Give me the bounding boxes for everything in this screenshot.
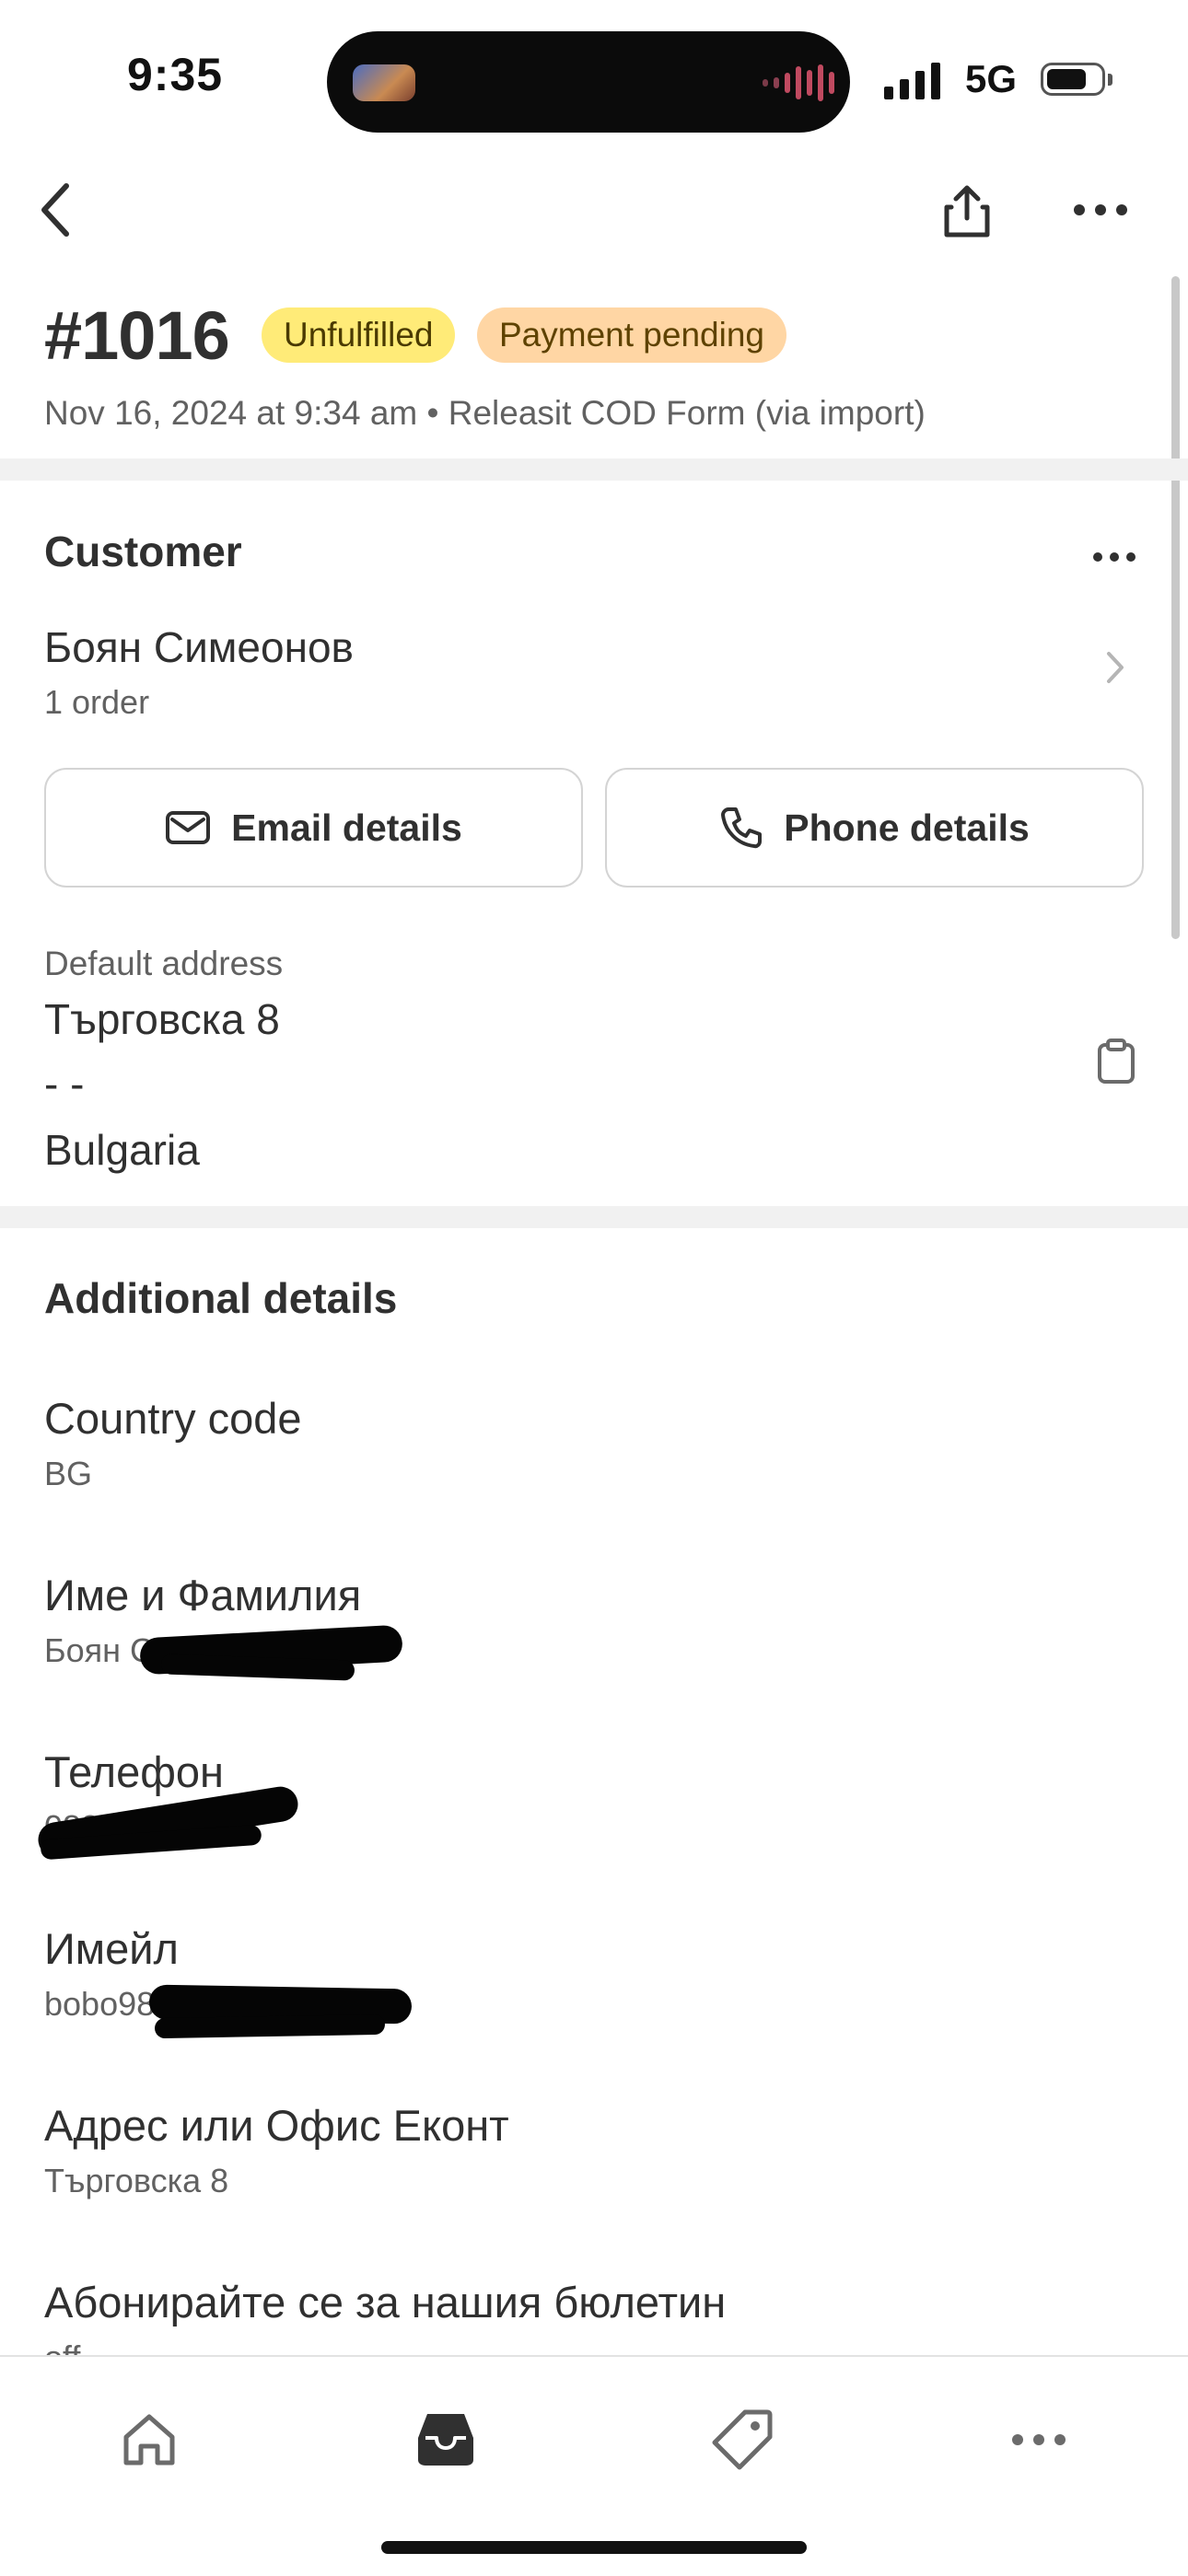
home-indicator[interactable] [381,2541,807,2554]
battery-level [1047,69,1086,89]
orders-icon [418,2414,473,2466]
scrollbar[interactable] [1171,276,1180,939]
address-line: Търговска 8 [44,995,280,1043]
field-label: Телефон [44,1747,224,1796]
phone-icon [721,807,763,849]
cellular-signal-icon [884,61,940,99]
customer-detail-chevron[interactable] [1101,644,1129,690]
section-divider [0,458,1188,481]
more-actions-button[interactable] [1064,184,1137,236]
email-details-label: Email details [231,806,462,849]
address-line: - - [44,1060,85,1108]
additional-details-heading: Additional details [44,1274,398,1322]
customer-name-link[interactable]: Боян Симеонов [44,622,354,672]
phone-details-button[interactable]: Phone details [605,768,1144,888]
section-divider [0,1206,1188,1228]
field-label: Абонирайте се за нашия бюлетин [44,2278,727,2327]
address-line: Bulgaria [44,1126,200,1174]
field-value: Боян С [44,1631,155,1669]
field-value: Търговска 8 [44,2162,229,2199]
home-icon [123,2414,175,2466]
clipboard-icon [1098,1039,1135,1084]
field-label: Имейл [44,1924,179,1973]
share-icon [944,185,990,238]
order-subtitle: Nov 16, 2024 at 9:34 am • Releasit COD F… [44,394,926,432]
now-playing-artwork [353,64,415,101]
field-value: BG [44,1455,93,1492]
chevron-right-icon [1107,652,1124,683]
envelope-icon [166,811,211,844]
customer-order-count: 1 order [44,683,150,721]
order-number: #1016 [44,297,230,374]
tab-products[interactable] [696,2394,788,2486]
back-button[interactable] [28,175,83,244]
ellipsis-icon [1093,552,1136,562]
email-details-button[interactable]: Email details [44,768,583,888]
field-label: Име и Фамилия [44,1571,362,1619]
customer-heading: Customer [44,528,242,575]
tab-orders[interactable] [400,2394,492,2486]
tab-more[interactable] [993,2394,1085,2486]
default-address-label: Default address [44,945,284,982]
tab-home[interactable] [103,2394,195,2486]
field-label: Адрес или Офис Еконт [44,2101,509,2150]
field-label: Country code [44,1394,302,1443]
status-time: 9:35 [127,49,224,100]
ellipsis-icon [1074,204,1127,215]
field-value: bobo98 [44,1985,156,2023]
network-type: 5G [965,57,1018,100]
customer-more-button[interactable] [1087,543,1142,571]
audio-wave-icon [763,64,834,101]
share-button[interactable] [932,177,1002,247]
fulfillment-status-badge: Unfulfilled [262,307,456,363]
ellipsis-icon [1012,2434,1066,2445]
chevron-left-icon [41,182,69,237]
phone-details-label: Phone details [784,806,1030,849]
battery-cap [1108,74,1112,86]
copy-address-button[interactable] [1092,1035,1140,1088]
payment-status-badge: Payment pending [477,307,786,363]
tag-icon [712,2409,773,2470]
redaction-scribble [154,2013,386,2039]
